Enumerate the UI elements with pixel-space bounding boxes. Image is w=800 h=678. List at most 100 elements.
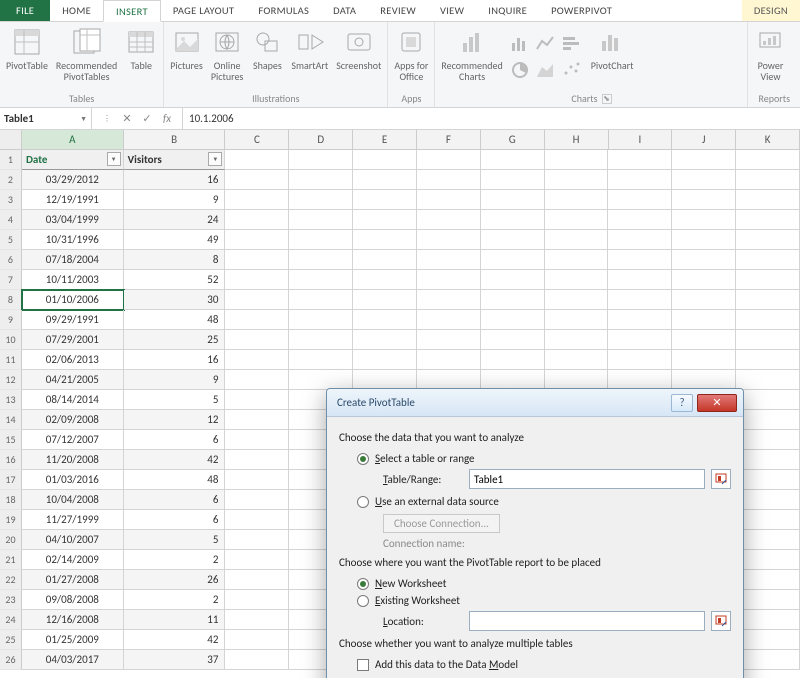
cell[interactable]	[736, 330, 800, 350]
row-header[interactable]: 12	[0, 370, 22, 390]
cell[interactable]	[545, 350, 609, 370]
cell[interactable]	[353, 170, 417, 190]
cell[interactable]	[481, 270, 545, 290]
cell[interactable]	[736, 430, 800, 450]
cell-visitors[interactable]: 48	[124, 470, 226, 490]
dialog-titlebar[interactable]: Create PivotTable ? ✕	[327, 389, 743, 417]
cell-date[interactable]: 04/21/2005	[22, 370, 124, 390]
cell[interactable]	[608, 350, 672, 370]
cell[interactable]	[225, 170, 289, 190]
row-header[interactable]: 11	[0, 350, 22, 370]
col-header-c[interactable]: C	[225, 130, 289, 150]
cell[interactable]	[736, 590, 800, 610]
cell[interactable]	[608, 230, 672, 250]
cell[interactable]	[736, 210, 800, 230]
cell[interactable]	[289, 310, 353, 330]
cell[interactable]	[736, 390, 800, 410]
pie-chart-icon[interactable]	[509, 59, 533, 83]
cell-visitors[interactable]: 11	[124, 610, 226, 630]
online-pictures-button[interactable]: Online Pictures	[209, 24, 246, 84]
cell-visitors[interactable]: 48	[124, 310, 226, 330]
cell-visitors[interactable]: 24	[124, 210, 226, 230]
cell-date[interactable]: 02/09/2008	[22, 410, 124, 430]
row-header[interactable]: 21	[0, 550, 22, 570]
cell-date[interactable]: 01/03/2016	[22, 470, 124, 490]
tab-home[interactable]: HOME	[50, 0, 103, 21]
name-box[interactable]: Table1▼	[0, 108, 92, 129]
cell[interactable]	[736, 350, 800, 370]
cell[interactable]	[225, 450, 289, 470]
cell[interactable]	[736, 470, 800, 490]
close-button[interactable]: ✕	[697, 394, 737, 412]
cell[interactable]	[545, 330, 609, 350]
row-header[interactable]: 16	[0, 450, 22, 470]
col-header-b[interactable]: B	[124, 130, 226, 150]
cell[interactable]	[545, 210, 609, 230]
cell[interactable]	[289, 210, 353, 230]
cell[interactable]	[225, 390, 289, 410]
column-chart-icon[interactable]	[509, 33, 533, 57]
pivottable-button[interactable]: PivotTable	[4, 24, 50, 73]
cell[interactable]	[672, 310, 736, 330]
pictures-button[interactable]: Pictures	[168, 24, 205, 73]
cell[interactable]	[481, 170, 545, 190]
cell-date[interactable]: 01/27/2008	[22, 570, 124, 590]
cell[interactable]	[736, 310, 800, 330]
cell[interactable]	[608, 290, 672, 310]
row-header[interactable]: 9	[0, 310, 22, 330]
row-header[interactable]: 18	[0, 490, 22, 510]
tab-insert[interactable]: INSERT	[103, 0, 161, 22]
row-header[interactable]: 26	[0, 650, 22, 670]
cell-visitors[interactable]: 12	[124, 410, 226, 430]
cell[interactable]	[481, 370, 545, 390]
cell[interactable]	[289, 290, 353, 310]
tab-data[interactable]: DATA	[321, 0, 368, 21]
cell[interactable]	[608, 310, 672, 330]
cell[interactable]	[736, 290, 800, 310]
col-header-j[interactable]: J	[672, 130, 736, 150]
tab-page-layout[interactable]: PAGE LAYOUT	[161, 0, 246, 21]
cell-date[interactable]: 08/14/2014	[22, 390, 124, 410]
tab-view[interactable]: VIEW	[428, 0, 476, 21]
filter-icon[interactable]: ▼	[107, 152, 121, 166]
cell[interactable]	[608, 370, 672, 390]
cell[interactable]	[672, 270, 736, 290]
cell[interactable]	[225, 510, 289, 530]
row-header[interactable]: 23	[0, 590, 22, 610]
cell-date[interactable]: 04/10/2007	[22, 530, 124, 550]
cell[interactable]	[736, 170, 800, 190]
tab-formulas[interactable]: FORMULAS	[246, 0, 321, 21]
cell-date[interactable]: 10/04/2008	[22, 490, 124, 510]
cell-date[interactable]: 01/10/2006	[22, 290, 124, 310]
cell[interactable]	[736, 630, 800, 650]
cell-visitors[interactable]: 2	[124, 590, 226, 610]
cell[interactable]	[417, 190, 481, 210]
cell-visitors[interactable]: 5	[124, 530, 226, 550]
cell[interactable]	[353, 230, 417, 250]
cell-visitors[interactable]: 9	[124, 190, 226, 210]
cell[interactable]	[417, 250, 481, 270]
cell-date[interactable]: 10/31/1996	[22, 230, 124, 250]
col-header-f[interactable]: F	[417, 130, 481, 150]
row-header[interactable]: 17	[0, 470, 22, 490]
cell-date[interactable]: 03/29/2012	[22, 170, 124, 190]
row-header[interactable]: 5	[0, 230, 22, 250]
row-header[interactable]: 7	[0, 270, 22, 290]
cell-visitors[interactable]: 42	[124, 450, 226, 470]
cell[interactable]	[608, 210, 672, 230]
cell[interactable]	[736, 550, 800, 570]
cell-date[interactable]: 10/11/2003	[22, 270, 124, 290]
cell[interactable]	[289, 270, 353, 290]
cell[interactable]	[353, 290, 417, 310]
checkbox-data-model[interactable]: Add this data to the Data Model	[357, 658, 731, 671]
tab-design[interactable]: DESIGN	[742, 0, 800, 21]
row-header[interactable]: 15	[0, 430, 22, 450]
cell[interactable]	[353, 370, 417, 390]
cell[interactable]	[225, 530, 289, 550]
cell-visitors[interactable]: 6	[124, 510, 226, 530]
cell[interactable]	[545, 290, 609, 310]
enter-formula-icon[interactable]: ✓	[140, 112, 154, 125]
recommended-pivottables-button[interactable]: Recommended PivotTables	[54, 24, 119, 84]
cell[interactable]	[353, 310, 417, 330]
cell[interactable]	[481, 190, 545, 210]
